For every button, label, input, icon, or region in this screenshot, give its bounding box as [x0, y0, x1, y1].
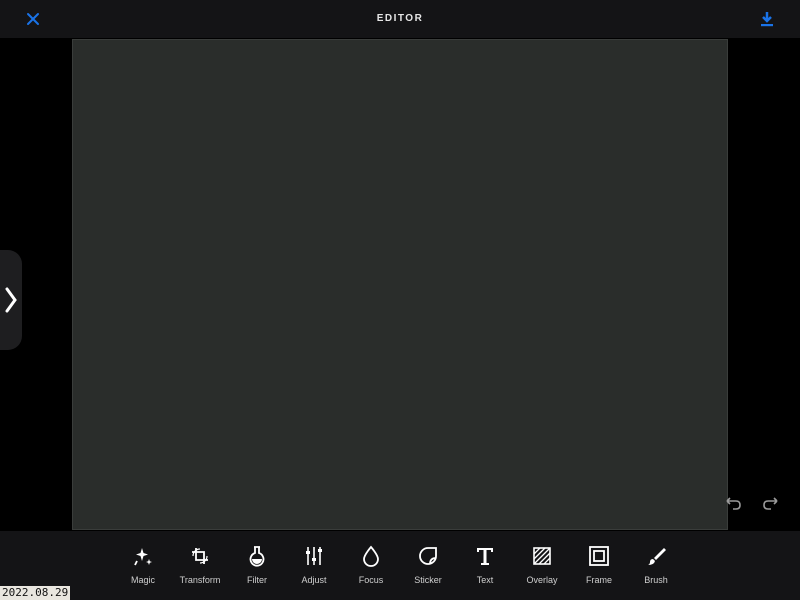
date-stamp: 2022.08.29: [0, 586, 71, 600]
tool-adjust[interactable]: Adjust: [284, 545, 344, 595]
brush-icon: [648, 548, 666, 565]
tool-bar: Magic Transform Filter Adjust Focus Stic…: [0, 531, 800, 600]
undo-button[interactable]: [724, 496, 742, 512]
tool-sticker[interactable]: Sticker: [398, 545, 458, 595]
tool-label: Frame: [585, 575, 612, 585]
chevron-right-icon: [5, 287, 17, 313]
drop-icon: [363, 545, 379, 567]
tool-transform[interactable]: Transform: [170, 545, 230, 595]
crop-rotate-icon: [192, 548, 208, 564]
tool-label: Transform: [179, 575, 221, 585]
undo-icon: [726, 497, 741, 510]
download-icon: [761, 12, 773, 27]
sliders-icon: [306, 547, 322, 565]
download-button[interactable]: [758, 10, 776, 28]
tool-label: Filter: [247, 575, 267, 585]
tool-magic[interactable]: Magic: [113, 545, 173, 595]
redo-button[interactable]: [762, 496, 780, 512]
tool-overlay[interactable]: Overlay: [512, 545, 572, 595]
tool-label: Brush: [644, 575, 668, 585]
sticker-icon: [419, 547, 437, 565]
tool-label: Adjust: [301, 575, 327, 585]
tool-label: Magic: [130, 575, 155, 585]
tool-label: Text: [476, 575, 494, 585]
magic-wand-icon: [134, 548, 152, 566]
tool-label: Sticker: [414, 575, 442, 585]
page-title: EDITOR: [376, 13, 424, 24]
tool-label: Focus: [358, 575, 384, 585]
frame-icon: [589, 546, 609, 566]
tool-filter[interactable]: Filter: [227, 545, 287, 595]
redo-icon: [763, 497, 778, 510]
tool-brush[interactable]: Brush: [626, 545, 686, 595]
photo-area[interactable]: [72, 39, 728, 530]
editor-canvas: [0, 38, 800, 531]
text-icon: [477, 548, 493, 565]
filter-flask-icon: [249, 546, 265, 567]
side-panel-toggle[interactable]: [0, 250, 22, 350]
tool-text[interactable]: Text: [455, 545, 515, 595]
top-bar: EDITOR: [0, 0, 800, 38]
tool-label: Overlay: [526, 575, 558, 585]
tool-frame[interactable]: Frame: [569, 545, 629, 595]
overlay-icon: [533, 547, 551, 565]
tool-focus[interactable]: Focus: [341, 545, 401, 595]
